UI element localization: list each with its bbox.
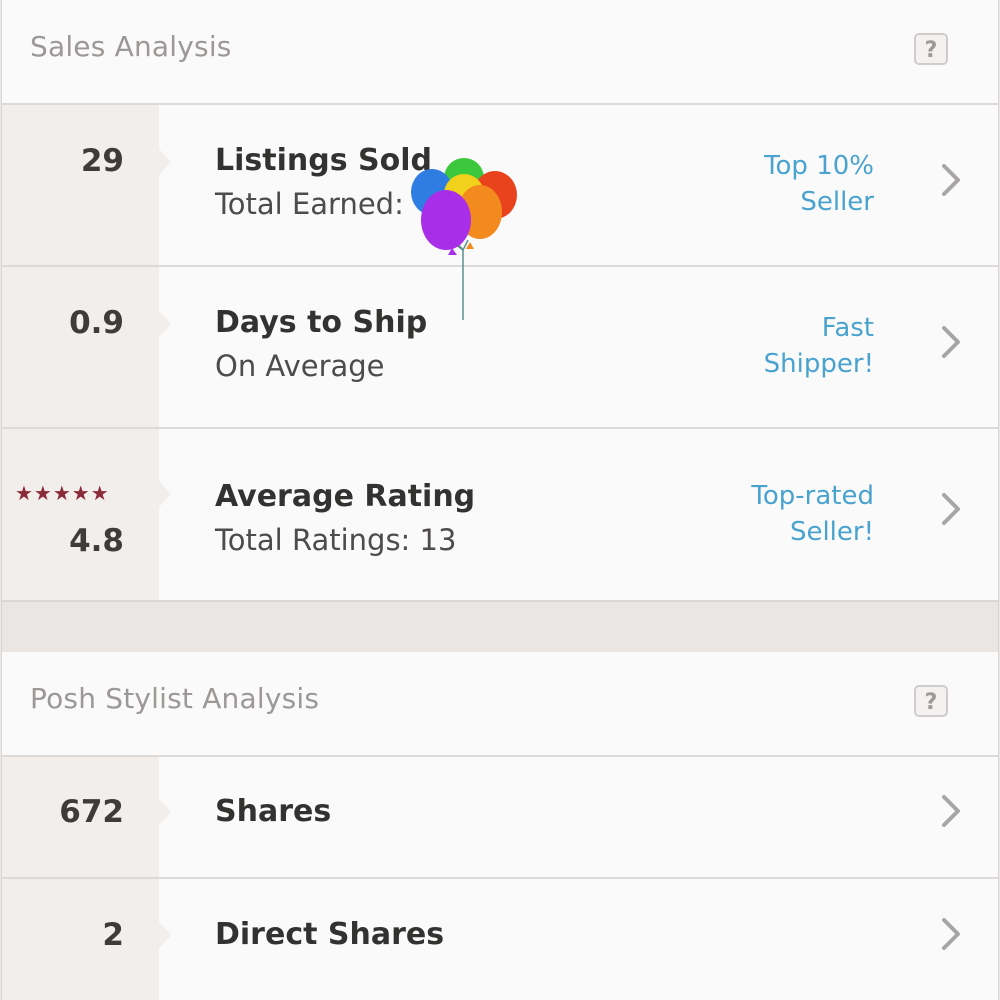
badge-line-1: Fast	[821, 313, 874, 343]
top-rated-badge: Top-rated Seller!	[751, 478, 874, 550]
listings-sold-count: 29	[80, 143, 124, 179]
sales-help-icon[interactable]: ?	[914, 33, 948, 65]
notch	[159, 311, 171, 337]
average-rating-label: Average Rating	[215, 479, 476, 514]
notch	[159, 481, 171, 507]
total-ratings-label: Total Ratings: 13	[215, 523, 457, 557]
stat-column	[2, 429, 159, 600]
posh-stylist-header: Posh Stylist Analysis ?	[2, 652, 998, 757]
average-rating-row[interactable]: ★★★★★ 4.8 Average Rating Total Ratings: …	[2, 429, 998, 602]
listings-sold-label: Listings Sold	[215, 143, 432, 178]
shares-label: Shares	[215, 794, 332, 829]
days-to-ship-value: 0.9	[69, 305, 124, 341]
balloons-icon	[411, 158, 517, 320]
chevron-right-icon[interactable]	[936, 489, 966, 529]
badge-line-2: Seller!	[789, 517, 874, 547]
notch	[159, 799, 171, 825]
badge-line-2: Seller	[800, 187, 874, 217]
notch	[159, 149, 171, 175]
rating-stars: ★★★★★	[15, 481, 110, 505]
notch	[159, 922, 171, 948]
posh-help-icon[interactable]: ?	[914, 685, 948, 717]
chevron-right-icon[interactable]	[936, 914, 966, 954]
stat-column	[2, 267, 159, 427]
shares-row[interactable]: 672 Shares	[2, 757, 998, 879]
stat-column	[2, 105, 159, 265]
badge-line-2: Shipper!	[763, 349, 874, 379]
top-seller-badge: Top 10% Seller	[764, 148, 874, 220]
shares-count: 672	[59, 794, 124, 830]
sales-analysis-header: Sales Analysis ?	[2, 0, 998, 105]
chevron-right-icon[interactable]	[936, 791, 966, 831]
badge-line-1: Top 10%	[764, 151, 874, 181]
direct-shares-count: 2	[102, 917, 124, 953]
fast-shipper-badge: Fast Shipper!	[764, 310, 874, 382]
days-to-ship-label: Days to Ship	[215, 305, 428, 340]
badge-line-1: Top-rated	[751, 481, 874, 511]
on-average-label: On Average	[215, 349, 385, 383]
posh-stylist-title: Posh Stylist Analysis	[30, 682, 320, 715]
seller-stats-screen: Sales Analysis ? 29 Listings Sold Total …	[1, 0, 999, 1000]
direct-shares-row[interactable]: 2 Direct Shares	[2, 879, 998, 1000]
total-earned-label: Total Earned:	[215, 187, 404, 221]
average-rating-value: 4.8	[69, 523, 124, 559]
sales-analysis-title: Sales Analysis	[30, 30, 232, 63]
direct-shares-label: Direct Shares	[215, 917, 445, 952]
section-divider	[2, 601, 998, 653]
chevron-right-icon[interactable]	[936, 160, 966, 200]
chevron-right-icon[interactable]	[936, 322, 966, 362]
